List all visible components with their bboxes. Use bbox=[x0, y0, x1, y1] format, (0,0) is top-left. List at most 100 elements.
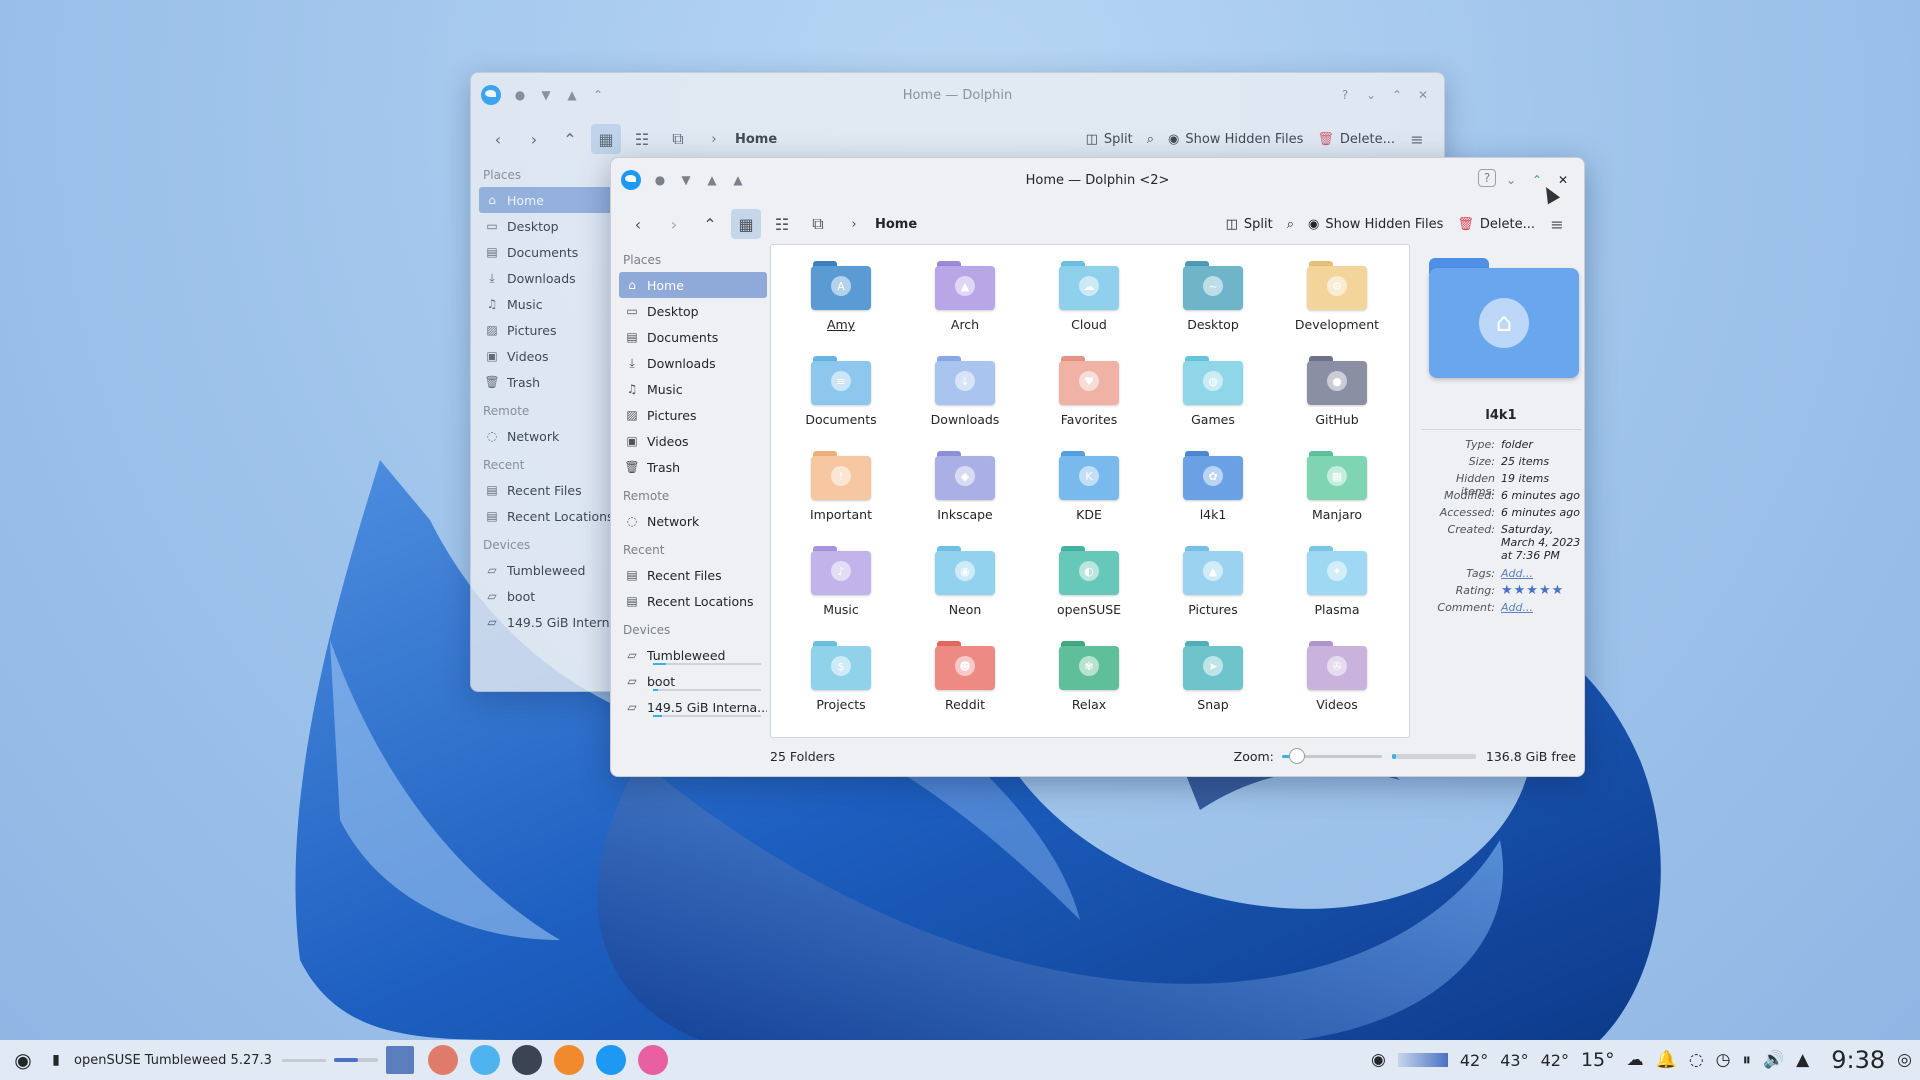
delete-button[interactable]: 🗑 Delete... bbox=[1310, 124, 1402, 154]
folder-item[interactable]: ● GitHub bbox=[1275, 354, 1399, 449]
sidebar-item-tumbleweed[interactable]: ▱ Tumbleweed bbox=[619, 642, 767, 668]
sidebar-item-boot[interactable]: ▱ boot bbox=[619, 668, 767, 694]
kdeconnect-icon[interactable]: ◷ bbox=[1716, 1050, 1731, 1070]
media-pause-icon[interactable]: ⏸ bbox=[1743, 1050, 1752, 1070]
keep-above-icon[interactable]: ▲ bbox=[701, 169, 723, 191]
sidebar-item-recent-files[interactable]: ▤ Recent Files bbox=[619, 562, 767, 588]
sidebar-item-trash[interactable]: 🗑 Trash bbox=[479, 369, 619, 395]
firefox-app-icon[interactable] bbox=[553, 1045, 584, 1075]
folder-item[interactable]: $ Projects bbox=[779, 639, 903, 734]
breadcrumb[interactable]: Home bbox=[735, 132, 777, 147]
weather-temp[interactable]: 15° bbox=[1581, 1049, 1615, 1071]
titlebar[interactable]: ● ▼ ▲ ▲ Home — Dolphin <2> ? ⌄ ⌃ ✕ bbox=[611, 158, 1584, 202]
folder-item[interactable]: ♪ Music bbox=[779, 544, 903, 639]
keep-above-alt-icon[interactable]: ▲ bbox=[727, 169, 749, 191]
sidebar-item-recent-files[interactable]: ▤ Recent Files bbox=[479, 477, 619, 503]
pager-slider-mini[interactable] bbox=[333, 1044, 378, 1076]
shade-down-icon[interactable]: ▼ bbox=[675, 169, 697, 191]
titlebar[interactable]: ● ▼ ▲ ⌃ Home — Dolphin ? ⌄ ⌃ ✕ bbox=[471, 73, 1444, 117]
sidebar-item-desktop[interactable]: ▭ Desktop bbox=[619, 298, 767, 324]
updates-icon[interactable]: ◌ bbox=[1689, 1050, 1704, 1070]
forward-icon[interactable]: › bbox=[519, 124, 549, 154]
sidebar-item-pictures[interactable]: ▨ Pictures bbox=[479, 317, 619, 343]
photos-app-icon[interactable] bbox=[637, 1045, 668, 1075]
desktop-pager-icon[interactable] bbox=[385, 1046, 414, 1074]
minimize-icon[interactable]: ⌄ bbox=[1500, 169, 1522, 191]
folder-item[interactable]: A Amy bbox=[779, 259, 903, 354]
folder-item[interactable]: ⚙ Development bbox=[1275, 259, 1399, 354]
back-icon[interactable]: ‹ bbox=[483, 124, 513, 154]
split-button[interactable]: ◫ Split bbox=[1079, 124, 1140, 154]
search-button[interactable]: ⌕ bbox=[1280, 209, 1301, 239]
sidebar-item-pictures[interactable]: ▨ Pictures bbox=[619, 402, 767, 428]
folder-item[interactable]: ➤ Snap bbox=[1151, 639, 1275, 734]
folder-item[interactable]: ✾ Relax bbox=[1027, 639, 1151, 734]
keep-above-icon[interactable]: ▲ bbox=[561, 84, 583, 106]
clock[interactable]: 9:38 bbox=[1831, 1046, 1885, 1074]
tray-expand-icon[interactable]: ▲ bbox=[1796, 1050, 1809, 1070]
help-icon[interactable]: ? bbox=[1478, 169, 1496, 187]
minimize-icon[interactable]: ⌄ bbox=[1360, 84, 1382, 106]
sidebar-item-downloads[interactable]: ⤓ Downloads bbox=[479, 265, 619, 291]
sidebar-item-music[interactable]: ♫ Music bbox=[619, 376, 767, 402]
folder-item[interactable]: ~ Desktop bbox=[1151, 259, 1275, 354]
split-button[interactable]: ◫ Split bbox=[1219, 209, 1280, 239]
active-window-title[interactable]: openSUSE Tumbleweed 5.27.3 bbox=[74, 1044, 272, 1076]
cloud-icon[interactable]: ☁ bbox=[1627, 1050, 1644, 1070]
activity-icon[interactable]: ◉ bbox=[1371, 1050, 1386, 1070]
sidebar-item-documents[interactable]: ▤ Documents bbox=[619, 324, 767, 350]
sidebar-item-network[interactable]: ◌ Network bbox=[619, 508, 767, 534]
sidebar-item-desktop[interactable]: ▭ Desktop bbox=[479, 213, 619, 239]
folder-item[interactable]: ☁ Cloud bbox=[1027, 259, 1151, 354]
icons-view-icon[interactable]: ▦ bbox=[591, 124, 621, 154]
icons-view-icon[interactable]: ▦ bbox=[731, 209, 761, 239]
sidebar-item-home[interactable]: ⌂ Home bbox=[479, 187, 619, 213]
compact-view-icon[interactable]: ⧉ bbox=[803, 209, 833, 239]
sidebar-item-network[interactable]: ◌ Network bbox=[479, 423, 619, 449]
sidebar-item-downloads[interactable]: ⤓ Downloads bbox=[619, 350, 767, 376]
details-view-icon[interactable]: ☷ bbox=[627, 124, 657, 154]
zoom-slider[interactable] bbox=[1281, 748, 1382, 764]
sidebar-item-trash[interactable]: 🗑 Trash bbox=[619, 454, 767, 480]
folder-item[interactable]: ≡ Documents bbox=[779, 354, 903, 449]
help-icon[interactable]: ? bbox=[1334, 84, 1356, 106]
hamburger-menu-icon[interactable]: ≡ bbox=[1402, 124, 1432, 154]
volume-icon[interactable]: 🔊 bbox=[1763, 1050, 1784, 1070]
up-icon[interactable]: ⌃ bbox=[555, 124, 585, 154]
folder-item[interactable]: ♥ Favorites bbox=[1027, 354, 1151, 449]
folder-item[interactable]: ▲ Arch bbox=[903, 259, 1027, 354]
sidebar-item-internal-drive[interactable]: ▱ 149.5 GiB Interna... bbox=[619, 694, 767, 720]
folder-item[interactable]: ▦ Manjaro bbox=[1275, 449, 1399, 544]
breadcrumb[interactable]: Home bbox=[875, 217, 917, 232]
folder-item[interactable]: ✇ Videos bbox=[1275, 639, 1399, 734]
dolphin-window-front[interactable]: ● ▼ ▲ ▲ Home — Dolphin <2> ? ⌄ ⌃ ✕ ‹ › ⌃… bbox=[610, 157, 1585, 777]
folder-item[interactable]: K KDE bbox=[1027, 449, 1151, 544]
folder-item[interactable]: ◆ Inkscape bbox=[903, 449, 1027, 544]
close-icon[interactable]: ✕ bbox=[1412, 84, 1434, 106]
sidebar-item-videos[interactable]: ▣ Videos bbox=[479, 343, 619, 369]
show-hidden-button[interactable]: ◉ Show Hidden Files bbox=[1301, 209, 1450, 239]
sidebar-item-boot[interactable]: ▱ boot bbox=[479, 583, 619, 609]
chevron-up-icon[interactable]: ⌃ bbox=[587, 84, 609, 106]
delete-button[interactable]: 🗑 Delete... bbox=[1450, 209, 1542, 239]
details-view-icon[interactable]: ☷ bbox=[767, 209, 797, 239]
close-icon[interactable]: ✕ bbox=[1552, 169, 1574, 191]
show-hidden-button[interactable]: ◉ Show Hidden Files bbox=[1161, 124, 1310, 154]
volume-slider-mini[interactable] bbox=[281, 1044, 326, 1076]
folder-item[interactable]: ◍ Games bbox=[1151, 354, 1275, 449]
back-icon[interactable]: ‹ bbox=[623, 209, 653, 239]
dolphin-taskbar-icon[interactable] bbox=[595, 1045, 626, 1075]
add-tags-link[interactable]: Add... bbox=[1501, 567, 1581, 580]
file-view[interactable]: A Amy ▲ Arch ☁ Cloud ~ Desktop ⚙ Development ≡ Docu… bbox=[770, 244, 1410, 738]
pin-icon[interactable]: ● bbox=[649, 169, 671, 191]
sidebar-item-recent-locations[interactable]: ▤ Recent Locations bbox=[479, 503, 619, 529]
folder-item[interactable]: ◉ Neon bbox=[903, 544, 1027, 639]
search-button[interactable]: ⌕ bbox=[1140, 124, 1161, 154]
system-settings-app-icon[interactable] bbox=[511, 1045, 542, 1075]
folder-item[interactable]: ◐ openSUSE bbox=[1027, 544, 1151, 639]
zoom-slider-handle[interactable] bbox=[1288, 748, 1305, 764]
sidebar-item-tumbleweed[interactable]: ▱ Tumbleweed bbox=[479, 557, 619, 583]
discover-app-icon[interactable] bbox=[427, 1045, 458, 1075]
maximize-icon[interactable]: ⌃ bbox=[1386, 84, 1408, 106]
folder-item[interactable]: ✦ Plasma bbox=[1275, 544, 1399, 639]
